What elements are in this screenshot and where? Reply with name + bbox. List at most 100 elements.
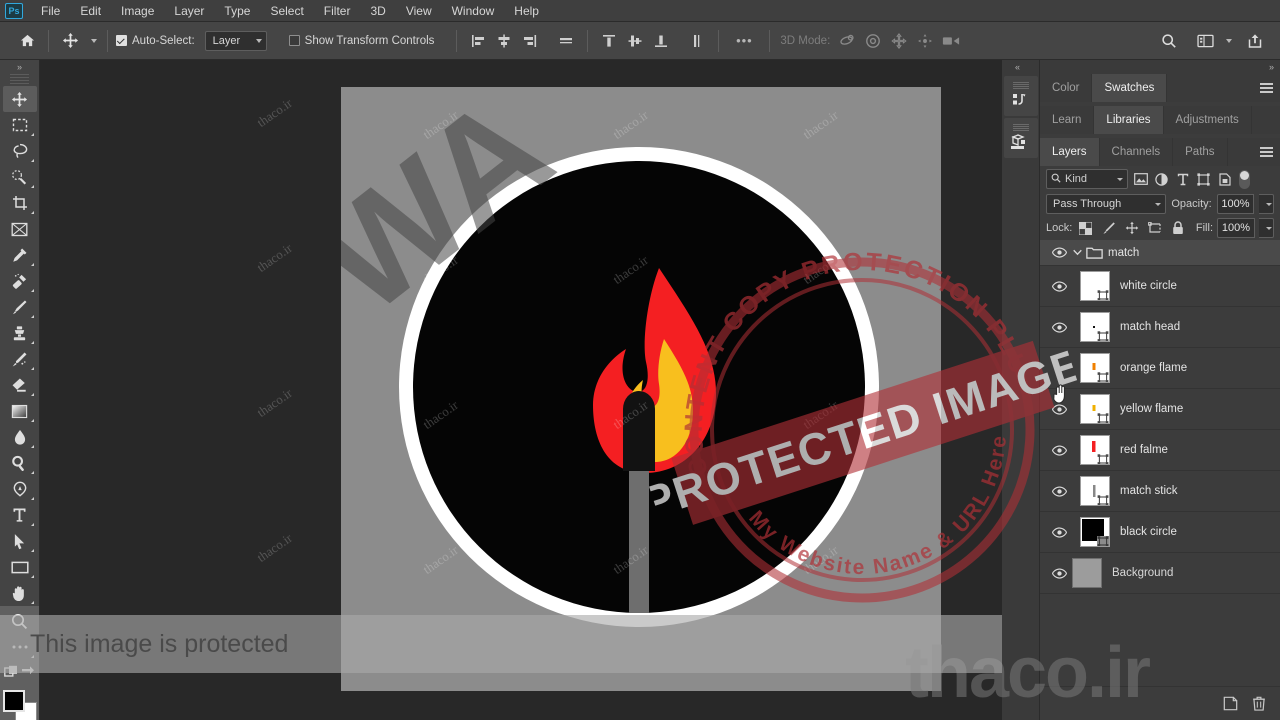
color-swatches[interactable]: [2, 690, 37, 720]
type-tool[interactable]: [3, 502, 37, 528]
layer-thumbnail[interactable]: [1080, 312, 1110, 342]
menu-item-image[interactable]: Image: [111, 0, 164, 22]
tab-adjustments[interactable]: Adjustments: [1164, 106, 1252, 134]
layer-visibility-toggle[interactable]: [1048, 348, 1070, 388]
panel-expand-icon[interactable]: »: [1040, 60, 1280, 74]
3d-panel-icon[interactable]: [1003, 118, 1038, 158]
tab-layers[interactable]: Layers: [1040, 138, 1100, 166]
layer-thumbnail[interactable]: [1080, 394, 1110, 424]
auto-select-checkbox[interactable]: Auto-Select:: [116, 35, 199, 47]
menu-item-select[interactable]: Select: [260, 0, 313, 22]
layer-visibility-toggle[interactable]: [1048, 240, 1070, 265]
workspace-icon[interactable]: [1192, 29, 1218, 53]
show-transform-checkbox-box[interactable]: [288, 35, 300, 46]
quick-selection-tool[interactable]: [3, 164, 37, 190]
rectangular-marquee-tool[interactable]: [3, 112, 37, 138]
layer-thumbnail[interactable]: [1072, 558, 1102, 588]
opacity-value[interactable]: 100%: [1216, 194, 1255, 214]
align-horizontal-centers-icon[interactable]: [491, 29, 517, 53]
blend-mode-dropdown[interactable]: Pass Through: [1046, 194, 1167, 214]
tab-libraries[interactable]: Libraries: [1094, 106, 1164, 134]
tool-preset-chevron-icon[interactable]: [83, 29, 99, 53]
lock-transparent-pixels-icon[interactable]: [1076, 219, 1095, 238]
menu-item-filter[interactable]: Filter: [314, 0, 361, 22]
layer-visibility-toggle[interactable]: [1048, 512, 1070, 552]
auto-select-scope-dropdown[interactable]: Layer: [204, 30, 267, 51]
menu-item-type[interactable]: Type: [214, 0, 260, 22]
canvas-area[interactable]: WA thaco.ir thaco.ir thaco.ir thaco.ir t…: [40, 60, 1002, 720]
layer-row-red-falme[interactable]: red falme: [1040, 430, 1280, 471]
fill-value[interactable]: 100%: [1217, 218, 1255, 238]
smart-object-filter-icon[interactable]: [1216, 169, 1233, 189]
tab-color[interactable]: Color: [1040, 74, 1093, 102]
group-expand-chevron-icon[interactable]: [1070, 249, 1084, 256]
pixel-layer-filter-icon[interactable]: [1132, 169, 1149, 189]
align-bottom-edges-icon[interactable]: [648, 29, 674, 53]
tab-swatches[interactable]: Swatches: [1092, 74, 1168, 102]
tab-channels[interactable]: Channels: [1100, 138, 1174, 166]
layer-visibility-toggle[interactable]: [1048, 553, 1070, 593]
layer-visibility-toggle[interactable]: [1048, 266, 1070, 306]
new-layer-icon[interactable]: [1223, 696, 1238, 711]
clone-stamp-tool[interactable]: [3, 320, 37, 346]
lock-all-icon[interactable]: [1168, 219, 1187, 238]
home-icon[interactable]: [14, 29, 40, 53]
layer-thumbnail[interactable]: [1080, 476, 1110, 506]
menu-item-edit[interactable]: Edit: [70, 0, 111, 22]
panel-menu-icon[interactable]: [1253, 74, 1280, 102]
layer-thumbnail[interactable]: [1080, 517, 1110, 547]
layer-visibility-toggle[interactable]: [1048, 307, 1070, 347]
menu-item-layer[interactable]: Layer: [164, 0, 214, 22]
align-left-edges-icon[interactable]: [465, 29, 491, 53]
lock-artboard-nesting-icon[interactable]: [1145, 219, 1164, 238]
quick-mask-icon[interactable]: [3, 665, 19, 682]
blur-droplet-icon[interactable]: [3, 424, 37, 450]
eyedropper-tool[interactable]: [3, 242, 37, 268]
path-selection-arrow-icon[interactable]: [3, 528, 37, 554]
layer-thumbnail[interactable]: [1080, 435, 1110, 465]
show-transform-controls-checkbox[interactable]: Show Transform Controls: [288, 35, 439, 47]
type-layer-filter-icon[interactable]: [1174, 169, 1191, 189]
menu-item-file[interactable]: File: [31, 0, 70, 22]
layer-row-black-circle[interactable]: black circle: [1040, 512, 1280, 553]
layer-row-background[interactable]: Background: [1040, 553, 1280, 594]
tab-learn[interactable]: Learn: [1040, 106, 1095, 134]
layer-row-match-stick[interactable]: match stick: [1040, 471, 1280, 512]
screen-mode-icon[interactable]: [21, 665, 35, 681]
menu-item-3d[interactable]: 3D: [360, 0, 395, 22]
dodge-tool[interactable]: [3, 450, 37, 476]
rectangle-tool[interactable]: [3, 554, 37, 580]
move-tool[interactable]: [2, 86, 37, 112]
panel-menu-icon[interactable]: [1253, 138, 1280, 166]
tab-paths[interactable]: Paths: [1173, 138, 1228, 166]
frame-tool[interactable]: [3, 216, 37, 242]
layer-thumbnail[interactable]: [1080, 271, 1110, 301]
layer-row-orange-flame[interactable]: orange flame: [1040, 348, 1280, 389]
edit-toolbar-button[interactable]: [3, 634, 37, 660]
hand-tool[interactable]: [3, 580, 37, 606]
menu-item-window[interactable]: Window: [442, 0, 505, 22]
menu-item-view[interactable]: View: [396, 0, 442, 22]
rail-collapse-icon[interactable]: «: [1002, 60, 1039, 74]
toolbar-grip[interactable]: [10, 74, 29, 86]
layer-row-white-circle[interactable]: white circle: [1040, 266, 1280, 307]
zoom-tool[interactable]: [3, 608, 37, 634]
layer-visibility-toggle[interactable]: [1048, 389, 1070, 429]
search-icon[interactable]: [1156, 29, 1182, 53]
layer-row-match-head[interactable]: match head: [1040, 307, 1280, 348]
collapse-panel-icon[interactable]: »: [0, 60, 39, 74]
layer-filter-kind-dropdown[interactable]: Kind: [1046, 169, 1128, 189]
lock-position-icon[interactable]: [1122, 219, 1141, 238]
fill-stepper[interactable]: [1259, 218, 1274, 238]
lock-image-pixels-icon[interactable]: [1099, 219, 1118, 238]
share-icon[interactable]: [1242, 29, 1268, 53]
history-brush-tool[interactable]: [3, 346, 37, 372]
spot-healing-brush-tool[interactable]: [3, 268, 37, 294]
lasso-tool[interactable]: [3, 138, 37, 164]
pen-tool[interactable]: [3, 476, 37, 502]
gradient-tool[interactable]: [3, 398, 37, 424]
adjustment-layer-filter-icon[interactable]: [1153, 169, 1170, 189]
history-panel-icon[interactable]: [1003, 76, 1038, 116]
artboard[interactable]: WA thaco.ir thaco.ir thaco.ir thaco.ir t…: [341, 87, 941, 691]
align-top-edges-icon[interactable]: [596, 29, 622, 53]
